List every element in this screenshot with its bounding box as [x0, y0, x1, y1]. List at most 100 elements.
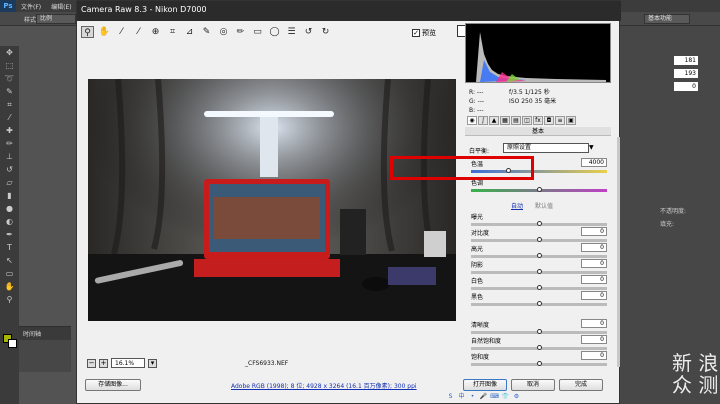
zoom-icon[interactable]: ⚲ — [81, 26, 94, 38]
tab-presets-icon[interactable]: ≡ — [555, 116, 565, 125]
color-value-x[interactable]: 0 — [674, 82, 698, 91]
slider-thumb[interactable] — [536, 187, 542, 192]
adjustment-brush-icon[interactable]: ✏ — [234, 26, 247, 38]
tab-lens-icon[interactable]: ◫ — [522, 116, 532, 125]
ime-mic-icon[interactable]: 🎤 — [479, 392, 488, 401]
marquee-tool-icon[interactable]: ⬚ — [0, 59, 19, 72]
background-color-swatch[interactable] — [8, 339, 17, 348]
type-tool-icon[interactable]: T — [0, 241, 19, 254]
preview-check-icon[interactable]: ✓ — [412, 29, 420, 37]
color-sampler-icon[interactable]: ⁄ — [132, 26, 145, 38]
slider-thumb[interactable] — [536, 221, 542, 226]
slider-thumb[interactable] — [536, 269, 542, 274]
spot-removal-icon[interactable]: ✎ — [200, 26, 213, 38]
slider-value-input[interactable]: 0 — [581, 227, 607, 236]
workspace-select[interactable]: 基本功能 — [644, 14, 690, 24]
slider-thumb[interactable] — [536, 253, 542, 258]
pen-tool-icon[interactable]: ✒ — [0, 228, 19, 241]
slider-thumb[interactable] — [536, 301, 542, 306]
lasso-tool-icon[interactable]: ➰ — [0, 72, 19, 85]
slider-value-input[interactable]: 0 — [581, 275, 607, 284]
tab-basic-icon[interactable]: ◉ — [467, 116, 477, 125]
auto-link[interactable]: 自动 — [511, 203, 523, 210]
style-select[interactable]: 比例 — [36, 14, 76, 24]
slider-value-input[interactable]: 0 — [581, 335, 607, 344]
tab-effects-icon[interactable]: fx — [533, 116, 543, 125]
color-value-b[interactable]: 193 — [674, 69, 698, 78]
target-adjust-icon[interactable]: ⊕ — [149, 26, 162, 38]
shape-tool-icon[interactable]: ▭ — [0, 267, 19, 280]
blur-tool-icon[interactable]: ● — [0, 202, 19, 215]
slider-value-input[interactable]: 0 — [581, 291, 607, 300]
eraser-tool-icon[interactable]: ▱ — [0, 176, 19, 189]
default-link[interactable]: 默认值 — [535, 203, 553, 210]
workflow-options-link[interactable]: Adobe RGB (1998); 8 位; 4928 x 3264 (16.1… — [231, 381, 417, 390]
stamp-tool-icon[interactable]: ⊥ — [0, 150, 19, 163]
auto-default-row: 自动 默认值 — [511, 201, 553, 210]
tab-snapshots-icon[interactable]: ▣ — [566, 116, 576, 125]
quick-select-tool-icon[interactable]: ✎ — [0, 85, 19, 98]
healing-tool-icon[interactable]: ✚ — [0, 124, 19, 137]
ime-logo-icon[interactable]: S — [446, 392, 455, 401]
menu-file[interactable]: 文件(F) — [16, 2, 46, 11]
brush-tool-icon[interactable]: ✏ — [0, 137, 19, 150]
cancel-button[interactable]: 取消 — [511, 379, 555, 391]
panel-scrollbar[interactable] — [617, 137, 620, 367]
hand-icon[interactable]: ✋ — [98, 26, 111, 38]
slider-thumb[interactable] — [536, 329, 542, 334]
tab-camera-calibration-icon[interactable]: ◘ — [544, 116, 554, 125]
eyedropper-tool-icon[interactable]: ⁄ — [0, 111, 19, 124]
done-button[interactable]: 完成 — [559, 379, 603, 391]
zoom-dropdown-icon[interactable]: ▾ — [148, 358, 157, 368]
zoom-in-button[interactable]: + — [99, 358, 108, 368]
tab-detail-icon[interactable]: ▲ — [489, 116, 499, 125]
slider-value-input[interactable]: 0 — [581, 351, 607, 360]
hand-tool-icon[interactable]: ✋ — [0, 280, 19, 293]
slider-thumb[interactable] — [536, 285, 542, 290]
dodge-tool-icon[interactable]: ◐ — [0, 215, 19, 228]
gradient-tool-icon[interactable]: ▮ — [0, 189, 19, 202]
menu-edit[interactable]: 编辑(E) — [46, 2, 76, 11]
save-image-button[interactable]: 存储图像... — [85, 379, 141, 391]
tab-split-toning-icon[interactable]: ▤ — [511, 116, 521, 125]
zoom-level-select[interactable]: 16.1% — [111, 358, 145, 368]
straighten-icon[interactable]: ⊿ — [183, 26, 196, 38]
rotate-cw-icon[interactable]: ↻ — [319, 26, 332, 38]
preferences-icon[interactable]: ☰ — [285, 26, 298, 38]
ime-mode-icon[interactable]: 中 — [457, 392, 466, 401]
graduated-filter-icon[interactable]: ▭ — [251, 26, 264, 38]
crop-tool-icon[interactable]: ⌗ — [0, 98, 19, 111]
path-select-icon[interactable]: ↖ — [0, 254, 19, 267]
ime-keyboard-icon[interactable]: ⌨ — [490, 392, 499, 401]
red-eye-icon[interactable]: ◎ — [217, 26, 230, 38]
zoom-tool-icon[interactable]: ⚲ — [0, 293, 19, 306]
timeline-panel: 时间轴 — [19, 326, 71, 372]
preview-checkbox[interactable]: ✓ 预览 — [412, 28, 436, 38]
history-brush-icon[interactable]: ↺ — [0, 163, 19, 176]
ime-punct-icon[interactable]: • — [468, 392, 477, 401]
slider-value-input[interactable]: 4000 — [581, 158, 607, 167]
image-preview[interactable] — [88, 79, 456, 321]
white-balance-select[interactable]: 原照设置 — [503, 143, 589, 153]
move-tool-icon[interactable]: ✥ — [0, 46, 19, 59]
green-readout: G: --- — [469, 98, 485, 105]
slider-value-input[interactable]: 0 — [581, 259, 607, 268]
slider-value-input[interactable]: 0 — [581, 243, 607, 252]
white-balance-icon[interactable]: ⁄ — [115, 26, 128, 38]
ime-settings-icon[interactable]: ⚙ — [512, 392, 521, 401]
slider-value-input[interactable]: 0 — [581, 319, 607, 328]
slider-thumb[interactable] — [536, 361, 542, 366]
tools-panel: ✥ ⬚ ➰ ✎ ⌗ ⁄ ✚ ✏ ⊥ ↺ ▱ ▮ ● ◐ ✒ T ↖ ▭ ✋ ⚲ — [0, 46, 19, 404]
tab-hsl-icon[interactable]: ▦ — [500, 116, 510, 125]
color-value-g[interactable]: 181 — [674, 56, 698, 65]
zoom-out-button[interactable]: − — [87, 358, 96, 368]
rotate-ccw-icon[interactable]: ↺ — [302, 26, 315, 38]
radial-filter-icon[interactable]: ◯ — [268, 26, 281, 38]
slider-thumb[interactable] — [536, 345, 542, 350]
open-image-button[interactable]: 打开图像 — [463, 379, 507, 391]
tab-tone-curve-icon[interactable]: ∫ — [478, 116, 488, 125]
crop-icon[interactable]: ⌗ — [166, 26, 179, 38]
ime-skin-icon[interactable]: 👕 — [501, 392, 510, 401]
slider-label: 阴影 — [471, 262, 484, 269]
slider-thumb[interactable] — [536, 237, 542, 242]
